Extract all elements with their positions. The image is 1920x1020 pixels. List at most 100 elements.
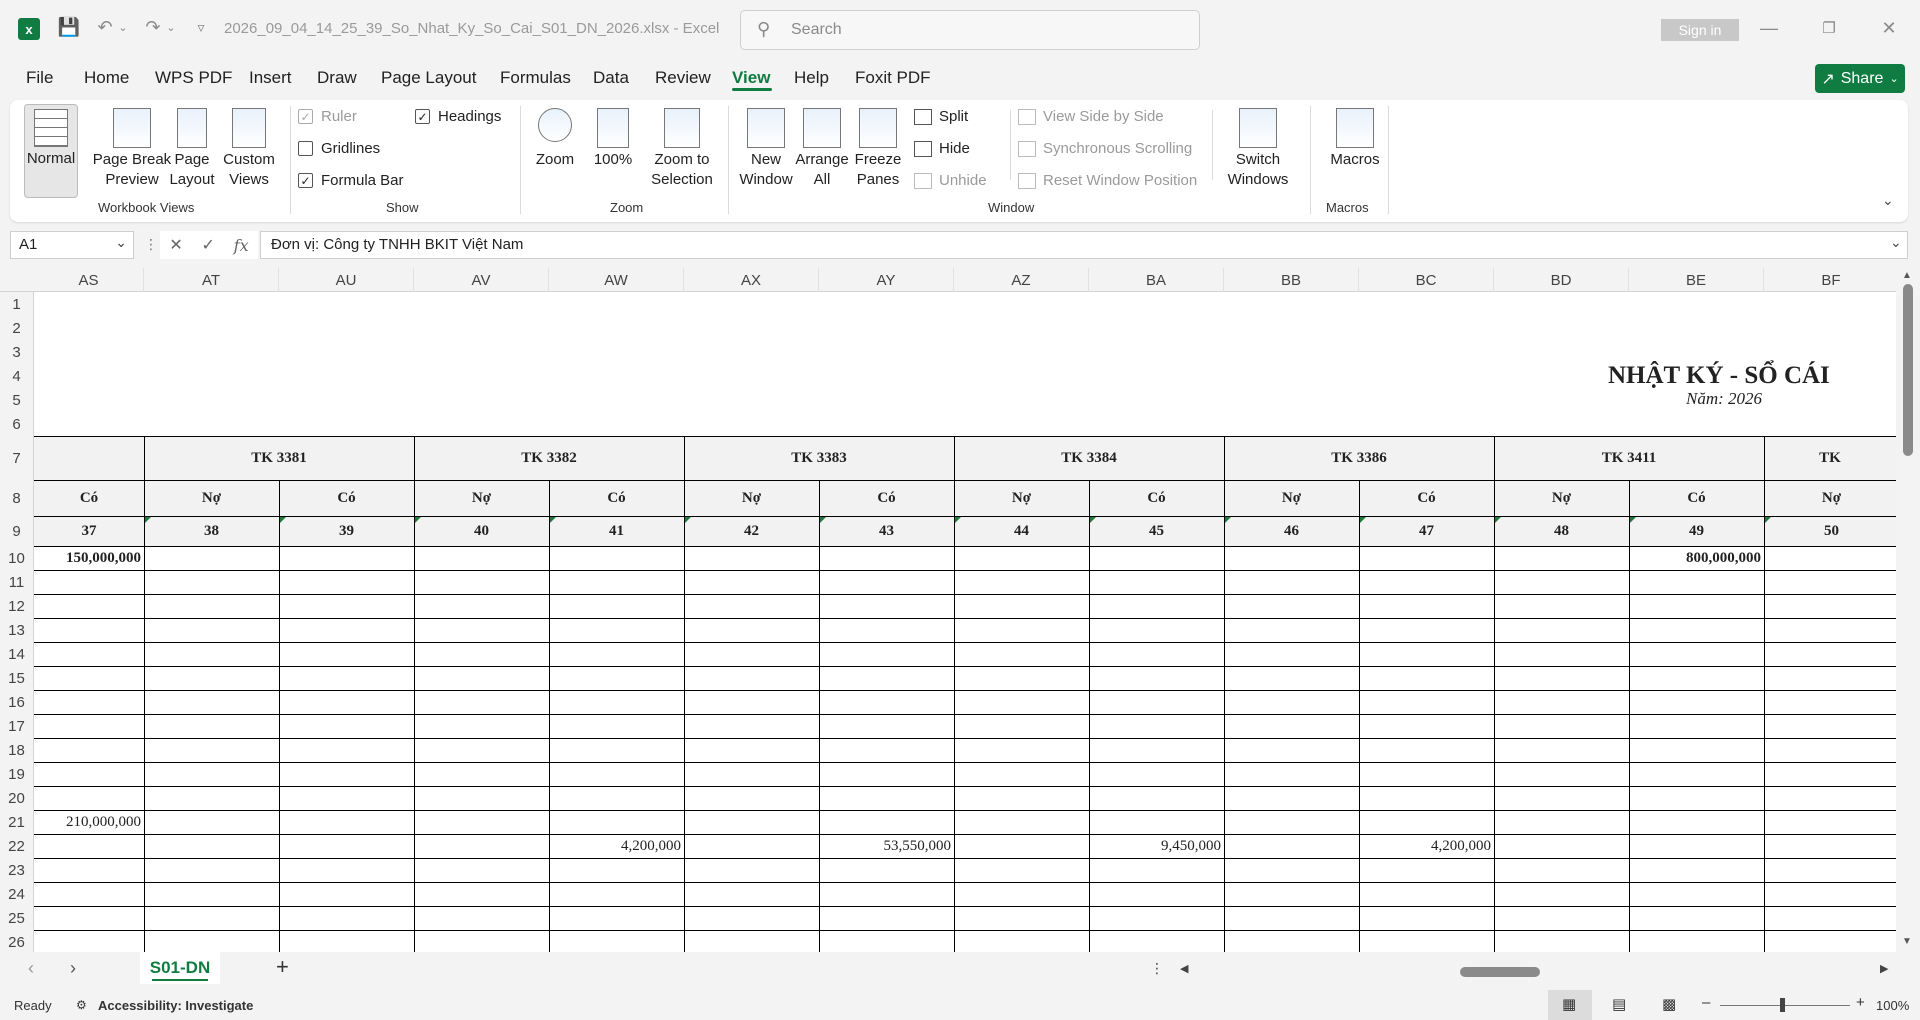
zoom-level[interactable]: 100% [1876, 998, 1909, 1013]
tab-review[interactable]: Review [655, 68, 711, 88]
search-box[interactable]: ⚲ Search [740, 10, 1200, 50]
minimize-icon[interactable]: — [1754, 16, 1784, 40]
comment-indicator-icon [1630, 517, 1636, 523]
column-number: 46 [1284, 522, 1299, 539]
enter-icon[interactable]: ✓ [202, 235, 215, 255]
gridlines-checkbox[interactable]: Gridlines [298, 140, 380, 157]
redo-icon[interactable]: ↷ [140, 14, 166, 40]
prev-sheet-icon[interactable]: ‹ [28, 958, 34, 979]
synchronous-scrolling-button[interactable]: Synchronous Scrolling [1018, 140, 1192, 157]
page-layout-button[interactable]: Page Layout [162, 108, 222, 190]
headings-checkbox[interactable]: ✓ Headings [415, 108, 501, 125]
tab-file[interactable]: File [26, 68, 53, 88]
column-number: 39 [339, 522, 354, 539]
group-label-macros: Macros [1326, 200, 1369, 215]
view-side-by-side-button[interactable]: View Side by Side [1018, 108, 1164, 125]
column-number: 37 [81, 522, 97, 539]
reset-window-position-button[interactable]: Reset Window Position [1018, 172, 1197, 189]
formula-bar-checkbox[interactable]: ✓ Formula Bar [298, 172, 404, 189]
formula-bar: A1 ⌄ ⋮ ✕ ✓ fx Đơn vị: Công ty TNHH BKIT … [0, 230, 1920, 262]
scroll-right-icon[interactable]: ▶ [1880, 962, 1888, 975]
freeze-panes-label: Freeze Panes [854, 151, 902, 188]
new-window-button[interactable]: New Window [732, 108, 800, 190]
sign-in-button[interactable]: Sign in [1661, 19, 1739, 41]
tab-help[interactable]: Help [794, 68, 829, 88]
more-options-icon[interactable]: ⋮ [144, 236, 158, 253]
tab-wps-pdf[interactable]: WPS PDF [155, 68, 232, 88]
tab-view[interactable]: View [732, 68, 770, 88]
zoom-out-icon[interactable]: – [1702, 994, 1710, 1011]
macros-icon [1336, 108, 1374, 148]
page-break-view-icon[interactable]: ▩ [1662, 995, 1676, 1013]
scroll-left-icon[interactable]: ◀ [1180, 962, 1188, 975]
sheet-tab-s01-dn[interactable]: S01-DN [140, 952, 220, 984]
split-button[interactable]: Split [914, 108, 968, 125]
row-border [34, 738, 1896, 739]
collapse-ribbon-icon[interactable]: ⌄ [1882, 192, 1894, 209]
amount-cell: 210,000,000 [66, 813, 141, 830]
function-icon[interactable]: fx [234, 236, 249, 255]
tab-draw[interactable]: Draw [317, 68, 357, 88]
arrange-all-button[interactable]: Arrange All [792, 108, 852, 190]
chevron-down-icon[interactable]: ⌄ [115, 234, 127, 251]
custom-views-button[interactable]: Custom Views [218, 108, 280, 190]
undo-icon[interactable]: ↶ [92, 14, 118, 40]
expand-formula-icon[interactable]: ⌄ [1890, 234, 1902, 251]
macros-button[interactable]: Macros [1320, 108, 1390, 170]
more-options-icon[interactable]: ⋮ [1150, 960, 1164, 977]
new-window-label: New Window [739, 151, 793, 188]
ruler-checkbox[interactable]: ✓ Ruler [298, 108, 357, 125]
row-border [34, 834, 1896, 835]
sync-scroll-icon [1018, 140, 1036, 157]
zoom-slider[interactable] [1720, 1005, 1850, 1006]
switch-windows-button[interactable]: Switch Windows [1218, 108, 1298, 190]
tab-page-layout[interactable]: Page Layout [381, 68, 476, 88]
zoom-slider-thumb[interactable] [1780, 998, 1785, 1012]
formula-input[interactable]: Đơn vị: Công ty TNHH BKIT Việt Nam [260, 231, 1908, 259]
hide-button[interactable]: Hide [914, 140, 970, 157]
row-border [34, 930, 1896, 931]
vertical-scroll-thumb[interactable] [1903, 284, 1913, 456]
horizontal-scroll-thumb[interactable] [1460, 967, 1540, 977]
freeze-panes-button[interactable]: Freeze Panes [848, 108, 908, 190]
scroll-down-icon[interactable]: ▼ [1902, 936, 1912, 947]
zoom-100-button[interactable]: 100% [588, 108, 638, 170]
account-header: TK 3386 [1331, 449, 1387, 466]
tab-formulas[interactable]: Formulas [500, 68, 571, 88]
magnifier-icon [538, 108, 572, 142]
save-icon[interactable]: 💾 [56, 14, 82, 40]
zoom-to-selection-button[interactable]: Zoom to Selection [640, 108, 724, 190]
group-label-window: Window [988, 200, 1035, 215]
zoom-button[interactable]: Zoom [530, 108, 580, 170]
undo-dropdown-icon[interactable]: ⌄ [116, 14, 130, 40]
debit-header: Nợ [1551, 489, 1572, 506]
tab-data[interactable]: Data [593, 68, 629, 88]
share-button[interactable]: ↗ Share ⌄ [1815, 64, 1905, 93]
page-layout-view-icon[interactable]: ▤ [1612, 995, 1626, 1013]
zoom-in-icon[interactable]: + [1856, 994, 1865, 1011]
next-sheet-icon[interactable]: › [70, 958, 76, 979]
scroll-up-icon[interactable]: ▲ [1902, 270, 1912, 281]
restore-icon[interactable]: ❐ [1814, 16, 1844, 40]
checkbox-icon: ✓ [415, 109, 430, 124]
cell-area[interactable]: NHẬT KÝ - SỔ CÁI Năm: 2026 TK 3381 TK 3382 T… [0, 268, 1900, 952]
group-separator [728, 106, 729, 214]
redo-dropdown-icon[interactable]: ⌄ [164, 14, 178, 40]
accessibility-status[interactable]: Accessibility: Investigate [98, 998, 253, 1013]
normal-view-button[interactable]: Normal [24, 104, 78, 198]
name-box[interactable]: A1 ⌄ [10, 231, 134, 259]
status-bar: Ready ⚙ Accessibility: Investigate ▦ ▤ ▩… [0, 990, 1920, 1020]
add-sheet-icon[interactable]: + [276, 954, 289, 980]
cancel-icon[interactable]: ✕ [169, 235, 182, 255]
account-header: TK [1819, 449, 1841, 466]
customize-qat-icon[interactable]: ▿ [188, 14, 214, 40]
tab-home[interactable]: Home [84, 68, 129, 88]
tab-foxit-pdf[interactable]: Foxit PDF [855, 68, 931, 88]
column-border [1359, 480, 1360, 952]
comment-indicator-icon [145, 517, 151, 523]
unhide-button[interactable]: Unhide [914, 172, 987, 189]
tab-insert[interactable]: Insert [249, 68, 292, 88]
close-icon[interactable]: ✕ [1874, 16, 1904, 40]
column-number: 40 [474, 522, 489, 539]
worksheet-grid[interactable]: AS AT AU AV AW AX AY AZ BA BB BC BD BE BF 1 2 3 4 5 6 7 8 9 10… [0, 268, 1920, 952]
